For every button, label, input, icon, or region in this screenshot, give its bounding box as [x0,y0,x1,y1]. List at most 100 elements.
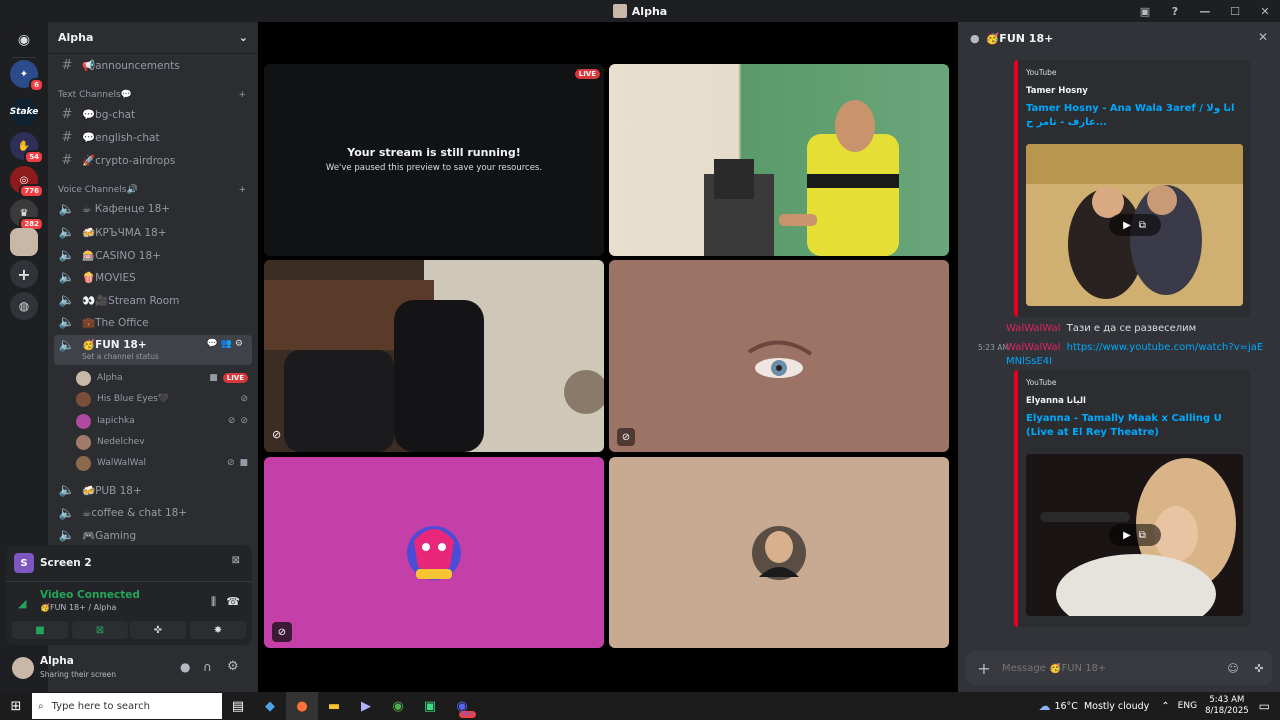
weather-icon[interactable]: ☁ [1038,699,1050,713]
help-icon[interactable]: ? [1160,5,1190,18]
video-tile-room[interactable]: ⊘ [264,260,604,452]
activities-button[interactable]: ✜ [130,621,186,639]
video-thumbnail[interactable]: ▶ ⧉ [1026,144,1243,306]
media-player-icon[interactable]: ▶ [350,692,382,720]
notifications-icon[interactable]: ▭ [1259,699,1270,713]
voice-channel[interactable]: 🔈 🍿MOVIES [54,267,252,287]
language-indicator[interactable]: ENG [1178,701,1197,711]
plus-icon[interactable]: + [966,659,1002,678]
voice-channel[interactable]: 🔈 🎮Gaming [54,525,252,545]
server-red-icon[interactable]: ◎ 776 [10,166,44,198]
voice-channel[interactable]: 🔈 🎰CASINO 18+ [54,245,252,265]
channel-label: 🍻КРЪЧМА 18+ [82,226,167,239]
file-explorer-icon[interactable]: ▬ [318,692,350,720]
channel-label: 👀🎥Stream Room [82,294,180,307]
channel-status[interactable]: Set a channel status [82,352,159,361]
camera-button[interactable]: ■ [12,621,68,639]
plus-icon[interactable]: + [238,185,246,195]
noise-suppression-icon[interactable]: ⫼ [211,595,216,609]
voice-user[interactable]: WalWalWal ⊘ ■ [76,453,252,473]
disconnect-icon[interactable]: ☎ [226,595,240,608]
embed-author[interactable]: Tamer Hosny [1026,86,1250,96]
app-icon[interactable]: ◆ [254,692,286,720]
chevron-up-icon[interactable]: ⌃ [1161,701,1169,712]
connection-status[interactable]: Video Connected [40,589,140,601]
voice-user[interactable]: Nedelchev [76,432,252,452]
channel-crypto-airdrops[interactable]: # 🚀crypto-airdrops [54,150,252,170]
play-button[interactable]: ▶ ⧉ [1108,524,1161,546]
play-button[interactable]: ▶ ⧉ [1108,214,1161,236]
message-author[interactable]: WalWalWal [1006,323,1060,334]
signal-icon[interactable]: ◢ [18,597,26,610]
video-thumbnail[interactable]: ▶ ⧉ [1026,454,1243,616]
stop-stream-icon[interactable]: ⊠ [232,555,240,566]
embed-author[interactable]: Elyanna اليانا [1026,396,1250,406]
clock-date: 8/18/2025 [1205,706,1249,716]
user-name[interactable]: Alpha [40,655,74,667]
message-author[interactable]: WalWalWal [1006,342,1060,353]
maximize-button[interactable]: ☐ [1220,5,1250,18]
avatar-tile-user[interactable] [609,457,949,648]
server-badge: 54 [24,150,44,164]
mic-icon[interactable]: ● [180,660,190,674]
screen-share-button[interactable]: ⊠ [72,621,128,639]
chrome-icon[interactable]: ◉ [382,692,414,720]
server-twitter-icon[interactable]: ✦ 6 [10,60,44,92]
connection-location[interactable]: 🥳FUN 18+ / Alpha [40,603,116,612]
category-voice[interactable]: Voice Channels🔊 + [58,185,246,195]
voice-user[interactable]: His Blue Eyes🖤 ⊘ [76,389,252,409]
channel-bg-chat[interactable]: # 💬bg-chat [54,104,252,124]
message-input[interactable] [1002,662,1220,674]
voice-channel[interactable]: 🔈 ☕ Кафенце 18+ [54,199,252,219]
chat-header: ● 🥳FUN 18+ ✕ [958,22,1280,54]
video-tile-camera[interactable] [609,64,949,256]
app-icon[interactable]: ▣ [414,692,446,720]
voice-channel-active[interactable]: 🔈 🥳FUN 18+ Set a channel status 💬👥⚙ [54,335,252,365]
weather-text[interactable]: 16°C Mostly cloudy [1054,701,1149,712]
task-view-icon[interactable]: ▤ [222,692,254,720]
discord-home-icon[interactable]: ◉ [10,26,38,54]
voice-user[interactable]: Iapichka ⊘ ⊘ [76,411,252,431]
server-crown-icon[interactable]: ♛ 282 [10,199,44,231]
voice-channel[interactable]: 🔈 💼The Office [54,312,252,332]
voice-user-name: Alpha [97,373,123,383]
message-timestamp: 5:23 AM [978,343,1009,352]
video-tile-eye[interactable]: ⊘ [609,260,949,452]
server-alpha-icon[interactable] [10,228,38,256]
voice-channel[interactable]: 🔈 🍻PUB 18+ [54,480,252,500]
add-server-icon[interactable]: + [10,260,38,288]
server-stake-icon[interactable]: Stake [10,98,38,126]
minimize-button[interactable]: — [1190,5,1220,18]
embed-title[interactable]: Elyanna - Tamally Maak x Calling U (Live… [1026,412,1242,440]
firefox-icon[interactable]: ● [286,692,318,720]
taskbar-search[interactable]: ⌕ Type here to search [32,693,222,719]
sticker-icon[interactable]: ☺ [1220,662,1246,675]
gamepad-icon[interactable]: ✜ [1246,662,1272,675]
headphones-icon[interactable]: ∩ [203,660,212,674]
inbox-icon[interactable]: ▣ [1130,5,1160,18]
close-icon[interactable]: ✕ [1258,30,1268,44]
embed-title[interactable]: Tamer Hosny - Ana Wala 3aref / انا ولا ع… [1026,102,1242,130]
close-window-button[interactable]: ✕ [1250,5,1280,18]
avatar[interactable] [12,657,34,679]
voice-channel[interactable]: 🔈 👀🎥Stream Room [54,290,252,310]
server-hand-icon[interactable]: ✋ 54 [10,132,44,164]
stream-tile-paused[interactable]: LIVE Your stream is still running! We've… [264,64,604,256]
avatar-tile-user[interactable]: ⊘ [264,457,604,648]
voice-channel[interactable]: 🔈 ☕coffee & chat 18+ [54,503,252,523]
gear-icon[interactable]: ⚙ [227,659,239,674]
guild-header[interactable]: Alpha ⌄ [48,22,258,54]
channel-actions[interactable]: 💬👥⚙ [207,339,246,349]
category-text[interactable]: Text Channels💬 + [58,90,246,100]
avatar [76,434,91,450]
voice-user[interactable]: Alpha ■ LIVE [76,368,252,388]
discover-icon[interactable]: ◍ [10,292,38,320]
plus-icon[interactable]: + [238,90,246,100]
voice-channel[interactable]: 🔈 🍻КРЪЧМА 18+ [54,222,252,242]
channel-announcements[interactable]: # 📢announcements [54,55,252,75]
clock[interactable]: 5:43 AM 8/18/2025 [1205,695,1249,717]
soundboard-button[interactable]: ✸ [190,621,246,639]
windows-start-icon[interactable]: ⊞ [0,692,32,720]
channel-english-chat[interactable]: # 💬english-chat [54,127,252,147]
discord-taskbar-icon[interactable]: ◉ 99+ [446,692,478,720]
